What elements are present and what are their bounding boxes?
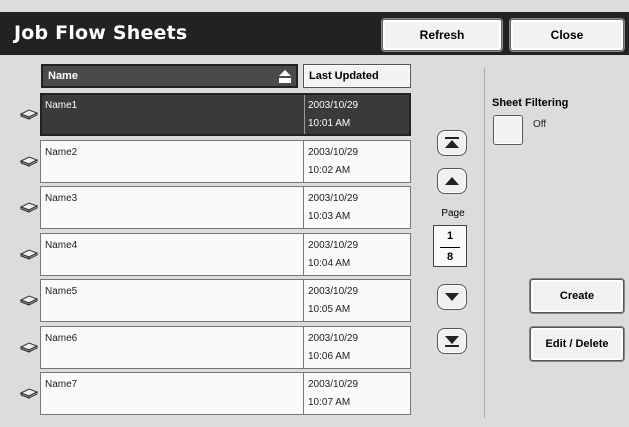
row-name: Name5 <box>45 286 78 297</box>
row-time: 10:04 AM <box>308 258 351 269</box>
row-separator <box>303 187 304 228</box>
row-time: 10:01 AM <box>308 118 351 129</box>
table-row[interactable]: Name6 2003/10/29 10:06 AM <box>40 326 411 369</box>
row-time: 10:06 AM <box>308 351 351 362</box>
row-separator <box>303 327 304 368</box>
row-date: 2003/10/29 <box>308 286 359 297</box>
row-name: Name1 <box>45 100 78 111</box>
row-date: 2003/10/29 <box>308 379 359 390</box>
page-label: Page <box>441 208 465 219</box>
table-row[interactable]: Name5 2003/10/29 10:05 AM <box>40 279 411 322</box>
document-tray-icon <box>20 295 38 306</box>
row-name: Name7 <box>45 379 78 390</box>
column-header-name-label: Name <box>48 70 78 82</box>
row-date: 2003/10/29 <box>308 193 359 204</box>
sort-ascending-icon <box>279 70 291 83</box>
row-time: 10:05 AM <box>308 304 351 315</box>
previous-page-button[interactable] <box>437 168 467 194</box>
row-time: 10:07 AM <box>308 397 351 408</box>
page-divider <box>440 247 460 248</box>
close-button[interactable]: Close <box>510 19 624 51</box>
row-date: 2003/10/29 <box>308 147 359 158</box>
panel-divider <box>484 68 485 418</box>
create-button[interactable]: Create <box>530 279 624 313</box>
table-row[interactable]: Name7 2003/10/29 10:07 AM <box>40 372 411 415</box>
table-row[interactable]: Name3 2003/10/29 10:03 AM <box>40 186 411 229</box>
edit-delete-button[interactable]: Edit / Delete <box>530 327 624 361</box>
chevron-up-icon <box>445 177 459 185</box>
column-header-name[interactable]: Name <box>41 64 298 88</box>
page-indicator: 1 8 <box>433 225 467 267</box>
document-tray-icon <box>20 156 38 167</box>
sheet-filtering-value: Off <box>533 119 547 130</box>
row-name: Name6 <box>45 333 78 344</box>
table-row[interactable]: Name4 2003/10/29 10:04 AM <box>40 233 411 276</box>
row-separator <box>303 373 304 414</box>
row-name: Name4 <box>45 240 78 251</box>
next-page-button[interactable] <box>437 284 467 310</box>
row-separator <box>303 234 304 275</box>
row-name: Name2 <box>45 147 78 158</box>
last-page-button[interactable] <box>437 328 467 354</box>
row-separator <box>304 95 305 134</box>
sheet-filtering-toggle[interactable] <box>493 115 523 145</box>
first-page-icon <box>445 137 459 148</box>
row-date: 2003/10/29 <box>308 333 359 344</box>
table-row[interactable]: Name1 2003/10/29 10:01 AM <box>40 93 411 136</box>
row-date: 2003/10/29 <box>308 100 359 111</box>
row-name: Name3 <box>45 193 78 204</box>
document-tray-icon <box>20 202 38 213</box>
page-title: Job Flow Sheets <box>14 22 188 44</box>
last-page-icon <box>445 336 459 347</box>
document-tray-icon <box>20 249 38 260</box>
current-page: 1 <box>446 230 454 242</box>
row-date: 2003/10/29 <box>308 240 359 251</box>
chevron-down-icon <box>445 293 459 301</box>
total-pages: 8 <box>446 251 454 263</box>
row-time: 10:03 AM <box>308 211 351 222</box>
document-tray-icon <box>20 388 38 399</box>
row-time: 10:02 AM <box>308 165 351 176</box>
sheet-filtering-label: Sheet Filtering <box>492 97 569 109</box>
row-separator <box>303 280 304 321</box>
row-separator <box>303 141 304 182</box>
first-page-button[interactable] <box>437 130 467 156</box>
document-tray-icon <box>20 109 38 120</box>
table-row[interactable]: Name2 2003/10/29 10:02 AM <box>40 140 411 183</box>
document-tray-icon <box>20 342 38 353</box>
refresh-button[interactable]: Refresh <box>382 19 502 51</box>
column-header-last-updated[interactable]: Last Updated <box>303 64 411 88</box>
